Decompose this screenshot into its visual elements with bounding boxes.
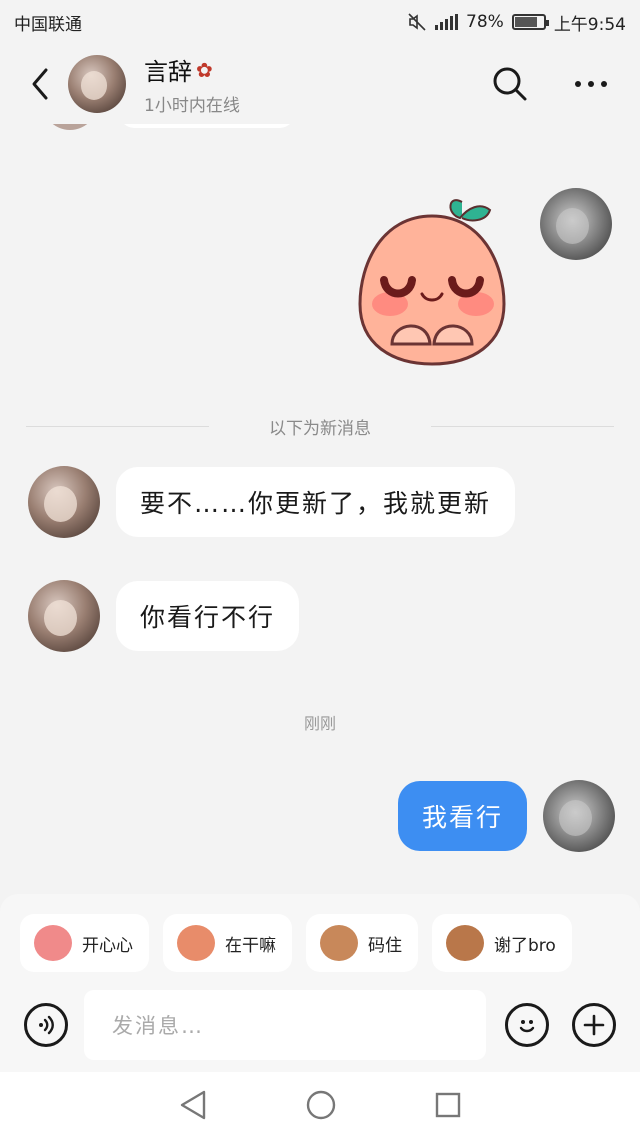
quick-reply-chip[interactable]: 码住 [306, 914, 418, 972]
sticker-icon [34, 925, 72, 961]
chevron-left-icon [32, 68, 48, 100]
contact-title[interactable]: 言辞 ✿ 1小时内在线 [144, 52, 240, 117]
quick-reply-label: 开心心 [82, 935, 133, 956]
contact-avatar[interactable] [28, 466, 100, 538]
rose-icon: ✿ [196, 57, 213, 82]
message-row: 你看行不行 [28, 580, 300, 652]
nav-home-icon[interactable] [305, 1089, 337, 1121]
emoji-icon [519, 1020, 535, 1033]
plus-icon [583, 1014, 605, 1036]
battery-percent: 78% [466, 12, 504, 32]
message-list[interactable]: 以下为新消息 要不……你更新了，我就更新 你看行不行 刚刚 我看行 [0, 124, 640, 894]
clock: 上午9:54 [553, 14, 626, 35]
message-row: 要不……你更新了，我就更新 [28, 466, 516, 538]
message-bubble[interactable]: 你看行不行 [116, 581, 300, 651]
divider-line [431, 425, 614, 427]
divider-line [26, 425, 209, 427]
more-button[interactable] [574, 80, 608, 88]
quick-reply-label: 码住 [368, 935, 402, 956]
divider-label: 以下为新消息 [269, 418, 371, 439]
quick-reply-chip[interactable]: 在干嘛 [163, 914, 292, 972]
quick-reply-list[interactable]: 开心心 在干嘛 码住 谢了bro [20, 914, 572, 972]
contact-avatar[interactable] [68, 55, 126, 113]
message-bubble[interactable] [118, 124, 296, 128]
sticker-icon [320, 925, 358, 961]
voice-wave-icon [39, 1015, 54, 1035]
my-avatar[interactable] [540, 188, 612, 260]
chat-header: 言辞 ✿ 1小时内在线 [0, 44, 640, 124]
new-messages-divider: 以下为新消息 [26, 414, 614, 439]
input-row: 发消息… [0, 990, 640, 1062]
my-message-bubble[interactable]: 我看行 [398, 781, 528, 851]
voice-button[interactable] [24, 1003, 68, 1047]
mute-icon [408, 13, 426, 31]
composer: 开心心 在干嘛 码住 谢了bro 发消息… [0, 894, 640, 1072]
plus-button[interactable] [572, 1003, 616, 1047]
status-bar: 中国联通 78% 上午9:54 [0, 0, 640, 44]
quick-reply-chip[interactable]: 开心心 [20, 914, 149, 972]
nav-recents-icon[interactable] [434, 1091, 462, 1119]
sticker-icon [177, 925, 215, 961]
peach-sticker [358, 199, 506, 366]
system-nav-bar [0, 1072, 640, 1138]
online-status: 1小时内在线 [144, 96, 240, 116]
quick-reply-label: 在干嘛 [225, 935, 276, 956]
sticker-message[interactable] [352, 194, 512, 370]
contact-name: 言辞 [144, 58, 192, 86]
status-indicators: 78% 上午9:54 [407, 10, 626, 35]
message-row: 我看行 [398, 780, 616, 852]
nav-back-icon[interactable] [178, 1089, 208, 1121]
more-dots-icon [575, 81, 607, 87]
search-button[interactable] [492, 66, 528, 102]
back-button[interactable] [18, 54, 62, 114]
message-bubble[interactable]: 要不……你更新了，我就更新 [116, 467, 516, 537]
contact-avatar[interactable] [28, 580, 100, 652]
my-avatar[interactable] [543, 780, 616, 852]
timestamp: 刚刚 [303, 714, 336, 733]
avatar [40, 124, 100, 130]
quick-reply-label: 谢了bro [494, 935, 556, 956]
signal-icon [435, 14, 459, 30]
quick-reply-chip[interactable]: 谢了bro [432, 914, 572, 972]
search-icon [493, 67, 527, 101]
emoji-button[interactable] [505, 1003, 549, 1047]
carrier-label: 中国联通 [14, 14, 82, 35]
sticker-icon [446, 925, 484, 961]
battery-icon [511, 14, 549, 30]
message-input[interactable]: 发消息… [84, 990, 486, 1060]
